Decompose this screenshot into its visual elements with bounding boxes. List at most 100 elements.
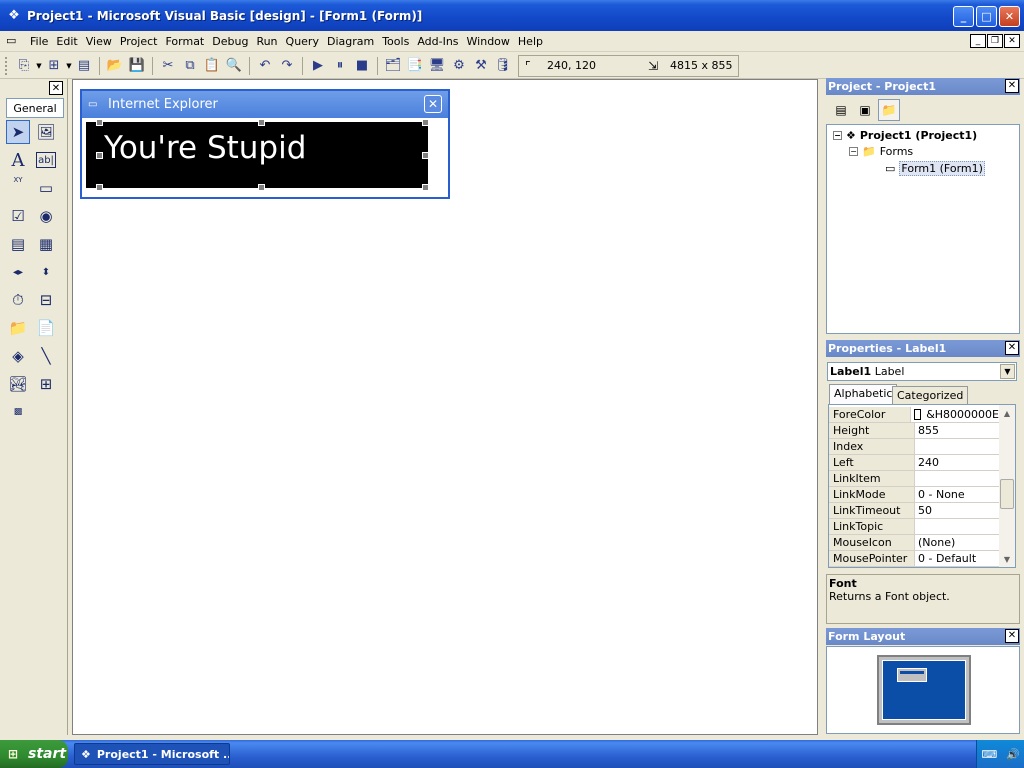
add-form-dropdown-icon[interactable]: ▼ — [65, 62, 73, 70]
menu-file[interactable]: File — [26, 31, 52, 52]
toolbox-general-tab[interactable]: General — [6, 98, 64, 118]
resize-handle[interactable] — [422, 152, 429, 159]
line-tool-icon[interactable]: ╲ — [34, 344, 58, 368]
tree-node-project[interactable]: − ❖ Project1 (Project1) — [833, 129, 977, 142]
drivelistbox-tool-icon[interactable]: ⊟ — [34, 288, 58, 312]
open-project-icon[interactable]: 📂 — [104, 55, 126, 77]
collapse-icon[interactable]: − — [833, 131, 842, 140]
scroll-up-icon[interactable]: ▲ — [999, 405, 1015, 421]
hscrollbar-tool-icon[interactable]: ◂▸ — [6, 260, 30, 284]
property-value[interactable]: 855 — [915, 423, 939, 438]
tab-alphabetic[interactable]: Alphabetic — [829, 384, 898, 404]
form-system-menu-icon[interactable]: ▭ — [6, 34, 20, 48]
optionbutton-tool-icon[interactable]: ◉ — [34, 204, 58, 228]
undo-icon[interactable]: ↶ — [254, 55, 276, 77]
pointer-tool-icon[interactable]: ➤ — [6, 120, 30, 144]
menu-editor-icon[interactable]: ▤ — [73, 55, 95, 77]
property-row[interactable]: ForeColor &H8000000E — [829, 407, 999, 423]
property-row[interactable]: LinkTopic — [829, 519, 999, 535]
menu-query[interactable]: Query — [282, 31, 323, 52]
tree-node-form1[interactable]: ▭ Form1 (Form1) — [885, 161, 985, 176]
collapse-icon[interactable]: − — [849, 147, 858, 156]
add-project-icon[interactable]: ⎘ — [13, 55, 35, 77]
object-browser-icon[interactable]: ⚙ — [448, 55, 470, 77]
menu-edit[interactable]: Edit — [52, 31, 81, 52]
find-icon[interactable]: 🔍 — [223, 55, 245, 77]
properties-window-icon[interactable]: 📑 — [404, 55, 426, 77]
mdi-close-button[interactable]: ✕ — [1004, 34, 1020, 48]
property-value[interactable] — [915, 439, 918, 454]
break-icon[interactable]: ⏸ — [329, 55, 351, 77]
property-value[interactable]: 240 — [915, 455, 939, 470]
property-value[interactable]: &H8000000E — [911, 407, 999, 422]
form-position-preview[interactable] — [897, 668, 927, 682]
commandbutton-tool-icon[interactable]: ▭ — [34, 176, 58, 200]
form1-designer-window[interactable]: ▭ Internet Explorer ✕ You're Stupid — [80, 89, 450, 199]
chevron-down-icon[interactable]: ▼ — [1000, 364, 1015, 379]
listbox-tool-icon[interactable]: ▦ — [34, 232, 58, 256]
start-icon[interactable]: ▶ — [307, 55, 329, 77]
taskbar-item-vb[interactable]: ❖ Project1 - Microsoft ... — [74, 743, 230, 765]
maximize-button[interactable]: □ — [976, 6, 997, 27]
vscrollbar-tool-icon[interactable]: ⬍ — [34, 260, 58, 284]
property-row[interactable]: LinkTimeout 50 — [829, 503, 999, 519]
picturebox-tool-icon[interactable]: 🖼 — [34, 120, 58, 144]
menu-help[interactable]: Help — [514, 31, 547, 52]
keyboard-icon[interactable]: ⌨ — [981, 748, 997, 761]
form-title-bar[interactable]: ▭ Internet Explorer — [82, 91, 448, 118]
form-layout-icon[interactable]: 🖥 — [426, 55, 448, 77]
volume-icon[interactable]: 🔊 — [1006, 748, 1020, 761]
form-layout-panel-close-button[interactable]: ✕ — [1005, 629, 1019, 643]
view-code-icon[interactable]: ▤ — [830, 99, 852, 121]
textbox-tool-icon[interactable]: ab| — [36, 152, 56, 168]
menu-view[interactable]: View — [82, 31, 116, 52]
ole-tool-icon[interactable]: ▩ — [6, 400, 30, 424]
end-icon[interactable]: ■ — [351, 55, 373, 77]
redo-icon[interactable]: ↷ — [276, 55, 298, 77]
resize-handle[interactable] — [96, 184, 103, 191]
properties-panel-close-button[interactable]: ✕ — [1005, 341, 1019, 355]
mdi-restore-button[interactable]: ❐ — [987, 34, 1003, 48]
filelistbox-tool-icon[interactable]: 📄 — [34, 316, 58, 340]
tab-categorized[interactable]: Categorized — [892, 386, 969, 404]
project-panel-close-button[interactable]: ✕ — [1005, 79, 1019, 93]
property-value[interactable]: 50 — [915, 503, 932, 518]
resize-handle[interactable] — [422, 119, 429, 126]
toolbox-icon[interactable]: ⚒ — [470, 55, 492, 77]
property-value[interactable] — [915, 519, 918, 534]
property-row[interactable]: LinkMode 0 - None — [829, 487, 999, 503]
paste-icon[interactable]: 📋 — [201, 55, 223, 77]
resize-handle[interactable] — [258, 119, 265, 126]
add-form-icon[interactable]: ⊞ — [43, 55, 65, 77]
property-row[interactable]: Index — [829, 439, 999, 455]
property-row[interactable]: LinkItem — [829, 471, 999, 487]
dirlistbox-tool-icon[interactable]: 📁 — [6, 316, 30, 340]
menu-window[interactable]: Window — [463, 31, 514, 52]
resize-handle[interactable] — [96, 119, 103, 126]
resize-handle[interactable] — [422, 184, 429, 191]
start-button[interactable]: ⊞ start — [0, 740, 68, 768]
resize-handle[interactable] — [96, 152, 103, 159]
image-tool-icon[interactable]: 🏞 — [6, 372, 30, 396]
timer-tool-icon[interactable]: ⏱ — [6, 288, 30, 312]
save-project-icon[interactable]: 💾 — [126, 55, 148, 77]
object-selector[interactable]: Label1 Label ▼ — [827, 362, 1017, 381]
close-button[interactable]: ✕ — [999, 6, 1020, 27]
combobox-tool-icon[interactable]: ▤ — [6, 232, 30, 256]
menu-run[interactable]: Run — [252, 31, 281, 52]
toolbox-close-button[interactable]: ✕ — [49, 81, 63, 95]
add-project-dropdown-icon[interactable]: ▼ — [35, 62, 43, 70]
tree-node-forms[interactable]: − 📁 Forms — [849, 145, 913, 158]
property-row[interactable]: MousePointer 0 - Default — [829, 551, 999, 567]
scroll-down-icon[interactable]: ▼ — [999, 551, 1015, 567]
scroll-thumb[interactable] — [1000, 479, 1014, 509]
menu-tools[interactable]: Tools — [378, 31, 413, 52]
checkbox-tool-icon[interactable]: ☑ — [6, 204, 30, 228]
label-tool-icon[interactable]: A — [6, 148, 30, 172]
frame-tool-icon[interactable]: XY — [6, 176, 30, 200]
property-value[interactable]: 0 - Default — [915, 551, 976, 566]
property-value[interactable]: (None) — [915, 535, 955, 550]
project-explorer-icon[interactable]: 🗂 — [382, 55, 404, 77]
toggle-folders-icon[interactable]: 📁 — [878, 99, 900, 121]
menu-diagram[interactable]: Diagram — [323, 31, 378, 52]
